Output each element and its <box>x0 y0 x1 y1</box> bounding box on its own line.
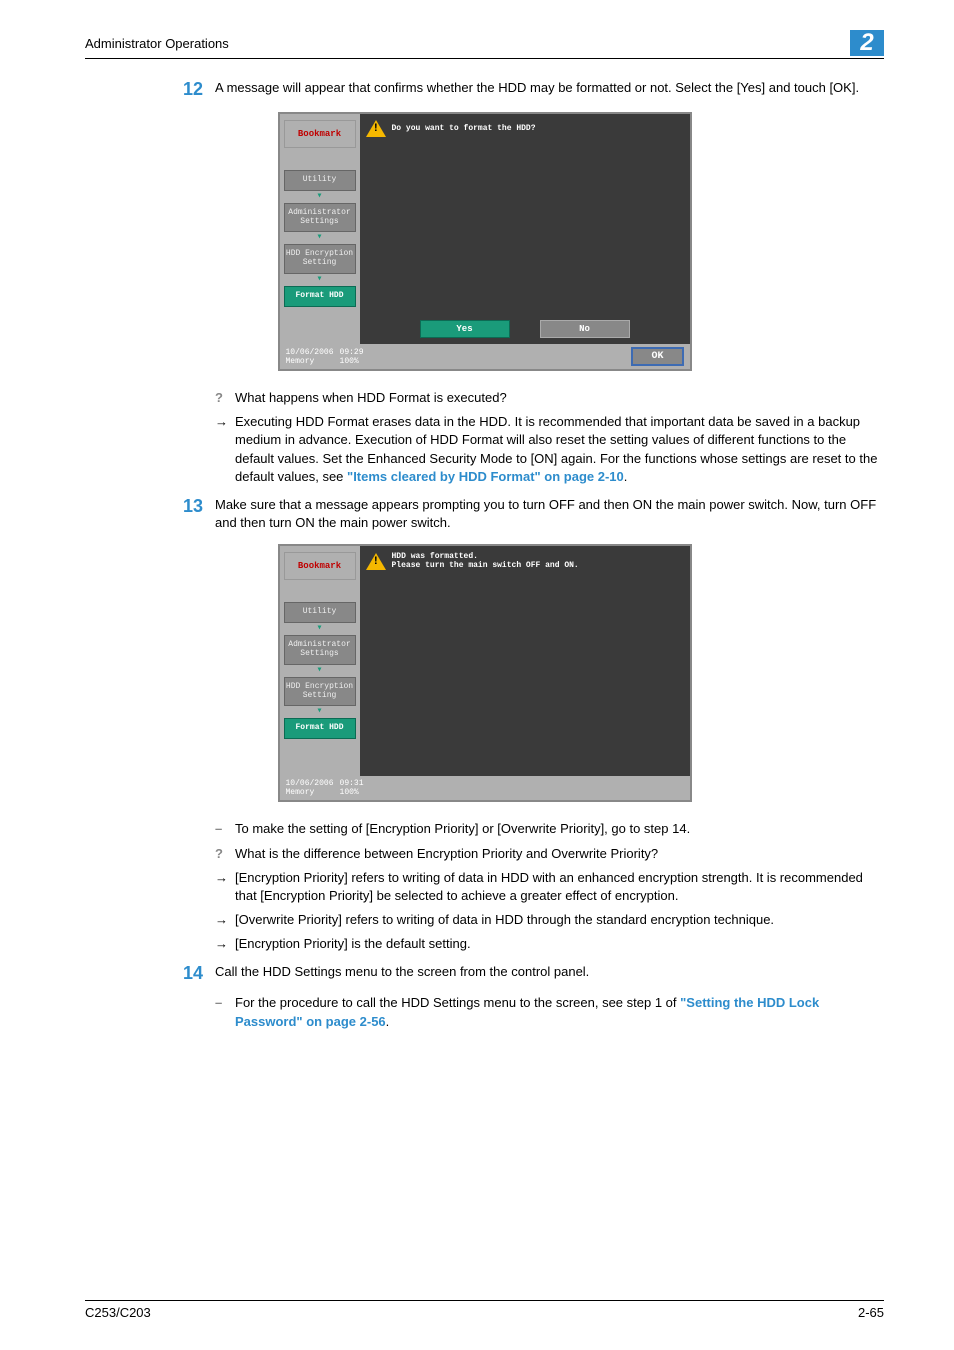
device-screenshot-1: Bookmark Utility ▾ Administrator Setting… <box>85 112 884 371</box>
chevron-down-icon: ▾ <box>284 276 356 284</box>
status-date: 10/06/2006 <box>286 348 334 357</box>
device-message-line1: HDD was formatted. <box>392 552 579 561</box>
dash-icon: – <box>215 994 235 1030</box>
chevron-down-icon: ▾ <box>284 667 356 675</box>
bookmark-tab[interactable]: Bookmark <box>284 120 356 148</box>
status-date: 10/06/2006 <box>286 779 334 788</box>
step-text: Make sure that a message appears prompti… <box>215 496 884 532</box>
question-icon: ? <box>215 389 235 407</box>
arrow-right-icon: → <box>215 935 235 953</box>
status-memory-label: Memory <box>286 357 315 366</box>
note-answer: [Overwrite Priority] refers to writing o… <box>235 911 884 929</box>
note-answer: [Encryption Priority] refers to writing … <box>235 869 884 905</box>
crumb-hdd-encryption[interactable]: HDD Encryption Setting <box>284 244 356 274</box>
footer-page: 2-65 <box>858 1305 884 1320</box>
step-13-notes: – To make the setting of [Encryption Pri… <box>215 820 884 953</box>
section-title: Administrator Operations <box>85 36 229 51</box>
ok-button[interactable]: OK <box>631 347 683 366</box>
note-dash: For the procedure to call the HDD Settin… <box>235 994 884 1030</box>
status-memory-value: 100% <box>340 788 359 797</box>
device-main-panel: HDD was formatted. Please turn the main … <box>360 546 690 776</box>
step-12: 12 A message will appear that confirms w… <box>85 79 884 100</box>
status-time: 09:31 <box>340 779 364 788</box>
note-question: What happens when HDD Format is executed… <box>235 389 884 407</box>
device-main-panel: Do you want to format the HDD? Yes No <box>360 114 690 344</box>
step-number: 14 <box>165 963 215 984</box>
step-13: 13 Make sure that a message appears prom… <box>85 496 884 532</box>
chevron-down-icon: ▾ <box>284 234 356 242</box>
footer-model: C253/C203 <box>85 1305 151 1320</box>
warning-icon <box>366 120 386 137</box>
dash-icon: – <box>215 820 235 838</box>
status-memory-label: Memory <box>286 788 315 797</box>
note-answer: [Encryption Priority] is the default set… <box>235 935 884 953</box>
note-dash: To make the setting of [Encryption Prior… <box>235 820 884 838</box>
status-memory-value: 100% <box>340 357 359 366</box>
crumb-format-hdd[interactable]: Format HDD <box>284 718 356 739</box>
note-question: What is the difference between Encryptio… <box>235 845 884 863</box>
device-sidebar: Bookmark Utility ▾ Administrator Setting… <box>280 546 360 776</box>
arrow-right-icon: → <box>215 869 235 905</box>
device-screenshot-2: Bookmark Utility ▾ Administrator Setting… <box>85 544 884 802</box>
chevron-down-icon: ▾ <box>284 625 356 633</box>
device-message: Do you want to format the HDD? <box>392 124 536 133</box>
yes-button[interactable]: Yes <box>420 320 510 338</box>
arrow-right-icon: → <box>215 911 235 929</box>
step-14-notes: – For the procedure to call the HDD Sett… <box>215 994 884 1030</box>
note-answer: Executing HDD Format erases data in the … <box>235 413 884 486</box>
chevron-down-icon: ▾ <box>284 193 356 201</box>
crumb-admin-settings[interactable]: Administrator Settings <box>284 203 356 233</box>
bookmark-tab[interactable]: Bookmark <box>284 552 356 580</box>
warning-icon <box>366 553 386 570</box>
step-text: Call the HDD Settings menu to the screen… <box>215 963 884 984</box>
chapter-number: 2 <box>850 30 884 56</box>
device-message-line2: Please turn the main switch OFF and ON. <box>392 561 579 570</box>
device-sidebar: Bookmark Utility ▾ Administrator Setting… <box>280 114 360 344</box>
crumb-format-hdd[interactable]: Format HDD <box>284 286 356 307</box>
page-header: Administrator Operations 2 <box>85 30 884 59</box>
step-12-notes: ? What happens when HDD Format is execut… <box>215 389 884 486</box>
status-time: 09:29 <box>340 348 364 357</box>
step-text: A message will appear that confirms whet… <box>215 79 884 100</box>
step-14: 14 Call the HDD Settings menu to the scr… <box>85 963 884 984</box>
crumb-utility[interactable]: Utility <box>284 602 356 623</box>
device-status-bar: 10/06/2006 Memory 09:31 100% <box>280 776 690 800</box>
crumb-utility[interactable]: Utility <box>284 170 356 191</box>
arrow-right-icon: → <box>215 413 235 486</box>
step-number: 12 <box>165 79 215 100</box>
link-items-cleared[interactable]: "Items cleared by HDD Format" on page 2-… <box>347 469 624 484</box>
chevron-down-icon: ▾ <box>284 708 356 716</box>
page-footer: C253/C203 2-65 <box>85 1300 884 1320</box>
device-status-bar: 10/06/2006 Memory 09:29 100% OK <box>280 344 690 369</box>
step-number: 13 <box>165 496 215 532</box>
no-button[interactable]: No <box>540 320 630 338</box>
crumb-admin-settings[interactable]: Administrator Settings <box>284 635 356 665</box>
question-icon: ? <box>215 845 235 863</box>
crumb-hdd-encryption[interactable]: HDD Encryption Setting <box>284 677 356 707</box>
